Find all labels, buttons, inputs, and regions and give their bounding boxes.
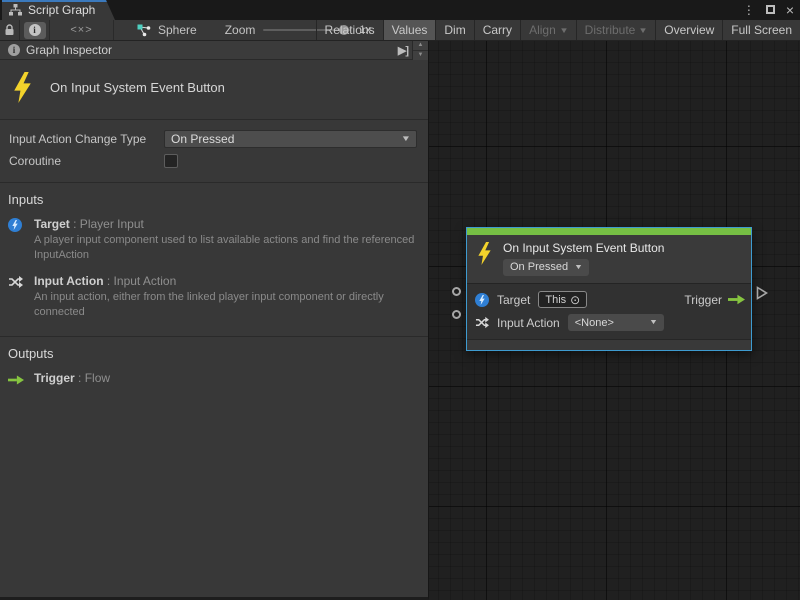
inputs-section: Inputs Target : Player Input A player in…: [0, 183, 428, 336]
unit-settings: Input Action Change Type On Pressed ▼ Co…: [0, 120, 428, 183]
input-action-icon: [475, 316, 489, 329]
graph-canvas[interactable]: On Input System Event Button On Pressed …: [429, 41, 800, 600]
tab-bar: Script Graph ⋮ ×: [0, 0, 800, 20]
chevron-down-icon: ▼: [574, 264, 583, 271]
tab-script-graph[interactable]: Script Graph: [2, 0, 115, 20]
object-picker-icon[interactable]: ⊙: [570, 293, 580, 307]
port-name: Target: [34, 217, 70, 231]
align-button: Align▼: [520, 20, 576, 40]
player-input-icon: [8, 218, 22, 232]
node-title: On Input System Event Button: [503, 241, 664, 255]
node-footer: [467, 339, 751, 350]
info-icon: i: [29, 24, 41, 36]
values-button[interactable]: Values: [383, 20, 436, 40]
window-controls: ⋮ ×: [743, 0, 794, 20]
inspector-title: Graph Inspector: [26, 43, 112, 57]
scroll-up-icon[interactable]: ▲: [413, 41, 428, 50]
node-row-target: Target This ⊙ Trigger: [475, 288, 745, 311]
chevron-down-icon: ▼: [401, 134, 411, 143]
unit-title-block: On Input System Event Button: [0, 60, 428, 120]
trigger-output-port[interactable]: [756, 286, 768, 300]
unity-visual-scripting-window: Script Graph ⋮ × i <×>: [0, 0, 800, 600]
lock-icon: [4, 24, 15, 36]
input-action-icon: [8, 275, 23, 289]
panel-scroll-arrows[interactable]: ▲ ▼: [412, 41, 428, 60]
change-type-dropdown[interactable]: On Pressed ▼: [164, 130, 417, 148]
coroutine-checkbox[interactable]: [164, 154, 178, 168]
chevron-down-icon: ▼: [649, 319, 658, 326]
flow-arrow-icon: [728, 294, 745, 305]
distribute-button: Distribute▼: [576, 20, 656, 40]
tab-label: Script Graph: [28, 3, 95, 17]
toolbar-right-group: Relations Values Dim Carry Align▼ Distri…: [316, 20, 800, 40]
event-type-dropdown[interactable]: On Pressed ▼: [503, 259, 589, 276]
inspector-header: i Graph Inspector ▶] ▲ ▼: [0, 41, 428, 60]
maximize-icon[interactable]: [766, 3, 775, 17]
chevron-down-icon: ▼: [639, 26, 649, 35]
change-type-label: Input Action Change Type: [9, 132, 164, 146]
flow-arrow-icon: [8, 375, 24, 385]
coroutine-label: Coroutine: [9, 154, 164, 168]
relations-button[interactable]: Relations: [316, 20, 383, 40]
event-node[interactable]: On Input System Event Button On Pressed …: [466, 227, 752, 351]
scroll-down-icon[interactable]: ▼: [413, 50, 428, 60]
input-action-input-port[interactable]: [452, 310, 461, 319]
outputs-heading: Outputs: [0, 346, 428, 370]
graph-toolbar: i <×> Sphere Zoom 1x Relations Values Di…: [0, 20, 800, 41]
node-event-color-bar: [467, 228, 751, 235]
port-name: Trigger: [34, 371, 75, 385]
node-header[interactable]: On Input System Event Button On Pressed …: [467, 235, 751, 284]
close-icon[interactable]: ×: [786, 3, 794, 17]
dock-panel-icon[interactable]: ▶]: [398, 44, 408, 57]
port-label: Target: [497, 293, 530, 307]
event-bolt-icon: [12, 72, 33, 103]
port-description: A player input component used to list av…: [34, 233, 419, 264]
event-bolt-icon: [477, 242, 492, 265]
graph-inspector-panel: i Graph Inspector ▶] ▲ ▼ On Input System…: [0, 41, 429, 600]
port-description: An input action, either from the linked …: [34, 290, 419, 321]
port-name: Input Action: [34, 274, 104, 288]
port-doc-trigger: Trigger : Flow: [0, 370, 428, 397]
chevron-down-icon: ▼: [559, 26, 569, 35]
overview-button[interactable]: Overview: [655, 20, 722, 40]
trigger-output-label: Trigger: [684, 293, 722, 307]
port-type: : Input Action: [107, 274, 176, 288]
port-label: Input Action: [497, 316, 560, 330]
graph-reference[interactable]: Sphere: [137, 23, 197, 37]
graph-icon: [9, 4, 22, 16]
target-input-port[interactable]: [452, 287, 461, 296]
window-menu-icon[interactable]: ⋮: [743, 3, 755, 17]
port-doc-target: Target : Player Input A player input com…: [0, 216, 428, 273]
port-type: : Flow: [78, 371, 110, 385]
port-type: : Player Input: [73, 217, 144, 231]
info-icon: i: [8, 44, 20, 56]
subgraph-icon: [137, 24, 151, 37]
dim-button[interactable]: Dim: [435, 20, 473, 40]
lock-button[interactable]: [0, 20, 20, 40]
outputs-section: Outputs Trigger : Flow: [0, 336, 428, 403]
node-row-input-action: Input Action <None> ▼: [475, 311, 745, 334]
target-object-field[interactable]: This ⊙: [538, 291, 587, 308]
inputs-heading: Inputs: [0, 192, 428, 216]
inspector-toggle-button[interactable]: i: [20, 20, 50, 40]
zoom-label: Zoom: [225, 23, 256, 37]
graph-name-label: Sphere: [158, 23, 197, 37]
unit-title: On Input System Event Button: [50, 80, 225, 95]
node-body: Target This ⊙ Trigger: [467, 284, 751, 339]
code-preview-button[interactable]: <×>: [50, 20, 114, 40]
fullscreen-button[interactable]: Full Screen: [722, 20, 800, 40]
carry-button[interactable]: Carry: [474, 20, 520, 40]
toolbar-left-group: i <×>: [0, 20, 114, 40]
port-doc-input-action: Input Action : Input Action An input act…: [0, 273, 428, 330]
input-action-dropdown[interactable]: <None> ▼: [568, 314, 664, 331]
player-input-icon: [475, 293, 489, 307]
